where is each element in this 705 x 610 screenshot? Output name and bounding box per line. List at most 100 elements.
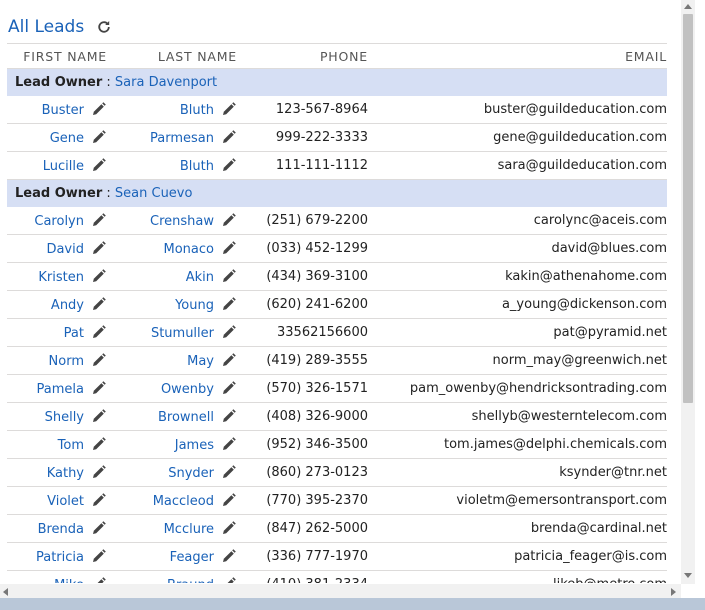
pencil-icon[interactable] [91,324,107,340]
scroll-down-arrow-icon[interactable] [684,573,692,578]
pencil-icon[interactable] [221,101,237,117]
first-name-link[interactable]: Carolyn [34,214,84,229]
pencil-icon[interactable] [221,240,237,256]
last-name-cell: Maccleod [107,486,237,515]
pencil-icon[interactable] [221,492,237,508]
last-name-link[interactable]: Bluth [180,103,214,118]
last-name-link[interactable]: May [187,354,214,369]
phone-cell: (847) 262-5000 [237,514,368,543]
phone-cell: 111-111-1112 [237,151,368,180]
pencil-icon[interactable] [91,380,107,396]
last-name-link[interactable]: Crenshaw [150,214,214,229]
pencil-icon[interactable] [91,157,107,173]
vertical-scrollbar-thumb[interactable] [683,14,693,403]
pencil-icon[interactable] [91,296,107,312]
table-row: Andy Young (620) 241-6200 a_young@dickenson… [7,290,667,319]
pencil-icon[interactable] [221,212,237,228]
pencil-icon[interactable] [91,352,107,368]
first-name-cell: Lucille [7,151,107,180]
phone-cell: (570) 326-1571 [237,374,368,403]
first-name-link[interactable]: Violet [47,494,84,509]
first-name-cell: Kathy [7,458,107,487]
last-name-link[interactable]: Bluth [180,159,214,174]
pencil-icon[interactable] [91,101,107,117]
last-name-link[interactable]: Braund [167,578,214,583]
first-name-link[interactable]: Pamela [37,382,84,397]
first-name-link[interactable]: Mike [54,578,84,583]
group-owner-name[interactable]: Sara Davenport [115,75,217,90]
pencil-icon[interactable] [221,380,237,396]
first-name-cell: Brenda [7,514,107,543]
pencil-icon[interactable] [221,464,237,480]
column-header-email[interactable]: EMAIL [368,43,667,69]
last-name-link[interactable]: Akin [186,270,214,285]
first-name-link[interactable]: Tom [58,438,84,453]
first-name-link[interactable]: Gene [50,131,84,146]
first-name-link[interactable]: Pat [64,326,84,341]
last-name-link[interactable]: Monaco [164,242,214,257]
last-name-link[interactable]: Maccleod [153,494,214,509]
column-header-phone[interactable]: PHONE [237,43,368,69]
pencil-icon[interactable] [91,520,107,536]
last-name-link[interactable]: Parmesan [150,131,214,146]
column-header-first-name[interactable]: FIRST NAME [7,43,107,69]
pencil-icon[interactable] [221,324,237,340]
group-owner-name[interactable]: Sean Cuevo [115,186,193,201]
pencil-icon[interactable] [91,464,107,480]
pencil-icon[interactable] [91,548,107,564]
pencil-icon[interactable] [91,436,107,452]
last-name-link[interactable]: James [175,438,214,453]
first-name-link[interactable]: Lucille [43,159,84,174]
pencil-icon[interactable] [91,240,107,256]
table-row: Violet Maccleod (770) 395-2370 violetm@emer… [7,486,667,515]
first-name-cell: David [7,234,107,263]
last-name-link[interactable]: Stumuller [151,326,214,341]
pencil-icon[interactable] [91,408,107,424]
first-name-cell: Shelly [7,402,107,431]
first-name-link[interactable]: Shelly [45,410,84,425]
first-name-cell: Violet [7,486,107,515]
pencil-icon[interactable] [221,296,237,312]
table-row: Mike Braund (410) 381-2334likeb@metro.com [7,570,667,583]
last-name-link[interactable]: Snyder [168,466,214,481]
pencil-icon[interactable] [221,520,237,536]
last-name-link[interactable]: Feager [170,550,214,565]
last-name-link[interactable]: Mcclure [164,522,214,537]
column-header-last-name[interactable]: LAST NAME [107,43,237,69]
pencil-icon[interactable] [91,492,107,508]
phone-cell: (860) 273-0123 [237,458,368,487]
pencil-icon[interactable] [221,352,237,368]
first-name-link[interactable]: Norm [49,354,84,369]
pencil-icon[interactable] [91,129,107,145]
pencil-icon[interactable] [221,268,237,284]
pencil-icon[interactable] [221,576,237,583]
pencil-icon[interactable] [221,129,237,145]
pencil-icon[interactable] [221,157,237,173]
scroll-up-arrow-icon[interactable] [684,4,692,9]
email-cell: carolync@aceis.com [368,207,667,235]
horizontal-scrollbar[interactable] [0,584,681,598]
first-name-link[interactable]: Brenda [38,522,84,537]
pencil-icon[interactable] [91,576,107,583]
email-cell: likeb@metro.com [368,570,667,583]
last-name-link[interactable]: Owenby [161,382,214,397]
refresh-icon[interactable] [96,19,112,35]
page-title[interactable]: All Leads [8,17,84,37]
phone-cell: (620) 241-6200 [237,290,368,319]
first-name-link[interactable]: David [46,242,84,257]
pencil-icon[interactable] [221,408,237,424]
first-name-link[interactable]: Kristen [38,270,84,285]
first-name-link[interactable]: Patricia [36,550,84,565]
first-name-link[interactable]: Kathy [47,466,84,481]
pencil-icon[interactable] [221,436,237,452]
last-name-link[interactable]: Young [175,298,214,313]
phone-cell: (952) 346-3500 [237,430,368,459]
pencil-icon[interactable] [91,268,107,284]
scroll-right-arrow-icon[interactable] [671,588,676,596]
last-name-link[interactable]: Brownell [158,410,214,425]
first-name-link[interactable]: Andy [51,298,84,313]
scroll-left-arrow-icon[interactable] [3,588,8,596]
pencil-icon[interactable] [91,212,107,228]
first-name-link[interactable]: Buster [42,103,84,118]
pencil-icon[interactable] [221,548,237,564]
